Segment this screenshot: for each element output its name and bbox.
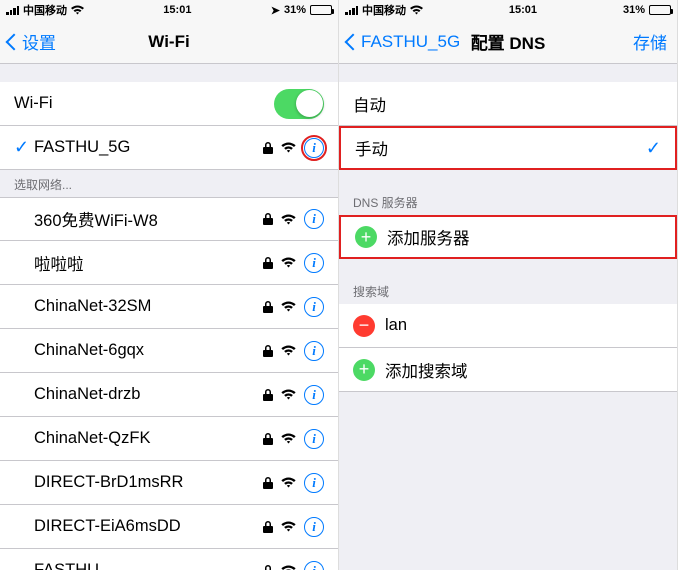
connected-network-name: FASTHU_5G: [34, 138, 263, 157]
wifi-signal-icon: [281, 214, 296, 225]
lock-icon: [263, 477, 273, 489]
info-icon[interactable]: i: [304, 517, 324, 537]
choose-network-header: 选取网络...: [0, 170, 338, 197]
battery-icon: [649, 5, 671, 15]
network-name: ChinaNet-QzFK: [34, 429, 263, 448]
info-icon[interactable]: i: [304, 561, 324, 570]
add-server-label: 添加服务器: [387, 225, 661, 249]
network-name: 360免费WiFi-W8: [34, 207, 263, 231]
connected-network-row[interactable]: ✓ FASTHU_5G i: [0, 126, 338, 170]
info-icon[interactable]: i: [304, 429, 324, 449]
back-button[interactable]: FASTHU_5G: [339, 32, 460, 52]
add-search-label: 添加搜索域: [385, 358, 663, 382]
wifi-signal-icon: [281, 301, 296, 312]
network-name: ChinaNet-6gqx: [34, 341, 263, 360]
checkmark-icon: ✓: [14, 137, 34, 158]
status-bar: 中国移动 15:01 ➤ 31%: [0, 0, 338, 20]
lock-icon: [263, 565, 273, 570]
battery-icon: [310, 5, 332, 15]
wifi-settings-screen: 中国移动 15:01 ➤ 31% 设置 Wi-Fi Wi-Fi ✓ FASTHU…: [0, 0, 339, 570]
save-button[interactable]: 存储: [633, 29, 667, 54]
carrier-label: 中国移动: [362, 2, 406, 18]
network-name: DIRECT-EiA6msDD: [34, 517, 263, 536]
search-domain-row[interactable]: − lan: [339, 304, 677, 348]
wifi-toggle-label: Wi-Fi: [14, 94, 274, 113]
remove-icon[interactable]: −: [353, 315, 375, 337]
network-name: FASTHU: [34, 561, 263, 570]
checkmark-icon: ✓: [646, 138, 661, 159]
wifi-signal-icon: [281, 521, 296, 532]
wifi-signal-icon: [281, 389, 296, 400]
network-row[interactable]: DIRECT-BrD1msRR i: [0, 461, 338, 505]
back-label: FASTHU_5G: [361, 32, 460, 52]
network-name: ChinaNet-drzb: [34, 385, 263, 404]
wifi-signal-icon: [281, 142, 296, 153]
lock-icon: [263, 389, 273, 401]
dns-mode-auto[interactable]: 自动: [339, 82, 677, 126]
battery-percent: 31%: [623, 4, 645, 16]
add-icon: +: [355, 226, 377, 248]
auto-label: 自动: [353, 92, 663, 116]
status-time: 15:01: [509, 4, 537, 16]
signal-icon: [345, 6, 358, 15]
nav-bar: FASTHU_5G 配置 DNS 存储: [339, 20, 677, 64]
network-row[interactable]: 啦啦啦 i: [0, 241, 338, 285]
dns-mode-manual[interactable]: 手动 ✓: [339, 126, 677, 170]
chevron-left-icon: [6, 33, 23, 50]
lock-icon: [263, 433, 273, 445]
search-domain-label: lan: [385, 316, 663, 335]
wifi-status-icon: [71, 5, 84, 15]
network-row[interactable]: ChinaNet-6gqx i: [0, 329, 338, 373]
wifi-signal-icon: [281, 477, 296, 488]
info-icon[interactable]: i: [304, 209, 324, 229]
carrier-label: 中国移动: [23, 2, 67, 18]
chevron-left-icon: [345, 33, 362, 50]
lock-icon: [263, 257, 273, 269]
wifi-signal-icon: [281, 257, 296, 268]
lock-icon: [263, 142, 273, 154]
network-row[interactable]: ChinaNet-QzFK i: [0, 417, 338, 461]
add-search-domain-row[interactable]: + 添加搜索域: [339, 348, 677, 392]
lock-icon: [263, 345, 273, 357]
info-icon[interactable]: i: [304, 253, 324, 273]
search-domains-header: 搜索域: [339, 277, 677, 304]
add-server-row[interactable]: + 添加服务器: [339, 215, 677, 259]
wifi-toggle[interactable]: [274, 89, 324, 119]
nav-bar: 设置 Wi-Fi: [0, 20, 338, 64]
status-time: 15:01: [163, 4, 191, 16]
lock-icon: [263, 213, 273, 225]
network-name: 啦啦啦: [34, 251, 263, 275]
wifi-signal-icon: [281, 345, 296, 356]
location-icon: ➤: [271, 4, 280, 17]
add-icon: +: [353, 359, 375, 381]
network-name: ChinaNet-32SM: [34, 297, 263, 316]
lock-icon: [263, 521, 273, 533]
info-icon[interactable]: i: [304, 297, 324, 317]
status-bar: 中国移动 15:01 31%: [339, 0, 677, 20]
wifi-signal-icon: [281, 565, 296, 570]
signal-icon: [6, 6, 19, 15]
wifi-signal-icon: [281, 433, 296, 444]
battery-percent: 31%: [284, 4, 306, 16]
network-row[interactable]: 360免费WiFi-W8 i: [0, 197, 338, 241]
network-name: DIRECT-BrD1msRR: [34, 473, 263, 492]
info-icon[interactable]: i: [304, 138, 324, 158]
back-button[interactable]: 设置: [0, 29, 56, 54]
dns-servers-header: DNS 服务器: [339, 188, 677, 215]
manual-label: 手动: [355, 136, 646, 160]
lock-icon: [263, 301, 273, 313]
network-row[interactable]: FASTHU i: [0, 549, 338, 570]
network-row[interactable]: DIRECT-EiA6msDD i: [0, 505, 338, 549]
info-icon[interactable]: i: [304, 473, 324, 493]
network-row[interactable]: ChinaNet-drzb i: [0, 373, 338, 417]
info-icon[interactable]: i: [304, 385, 324, 405]
wifi-toggle-row[interactable]: Wi-Fi: [0, 82, 338, 126]
info-icon[interactable]: i: [304, 341, 324, 361]
back-label: 设置: [22, 29, 56, 54]
dns-config-screen: 中国移动 15:01 31% FASTHU_5G 配置 DNS 存储 自动 手动…: [339, 0, 678, 570]
network-row[interactable]: ChinaNet-32SM i: [0, 285, 338, 329]
wifi-status-icon: [410, 5, 423, 15]
